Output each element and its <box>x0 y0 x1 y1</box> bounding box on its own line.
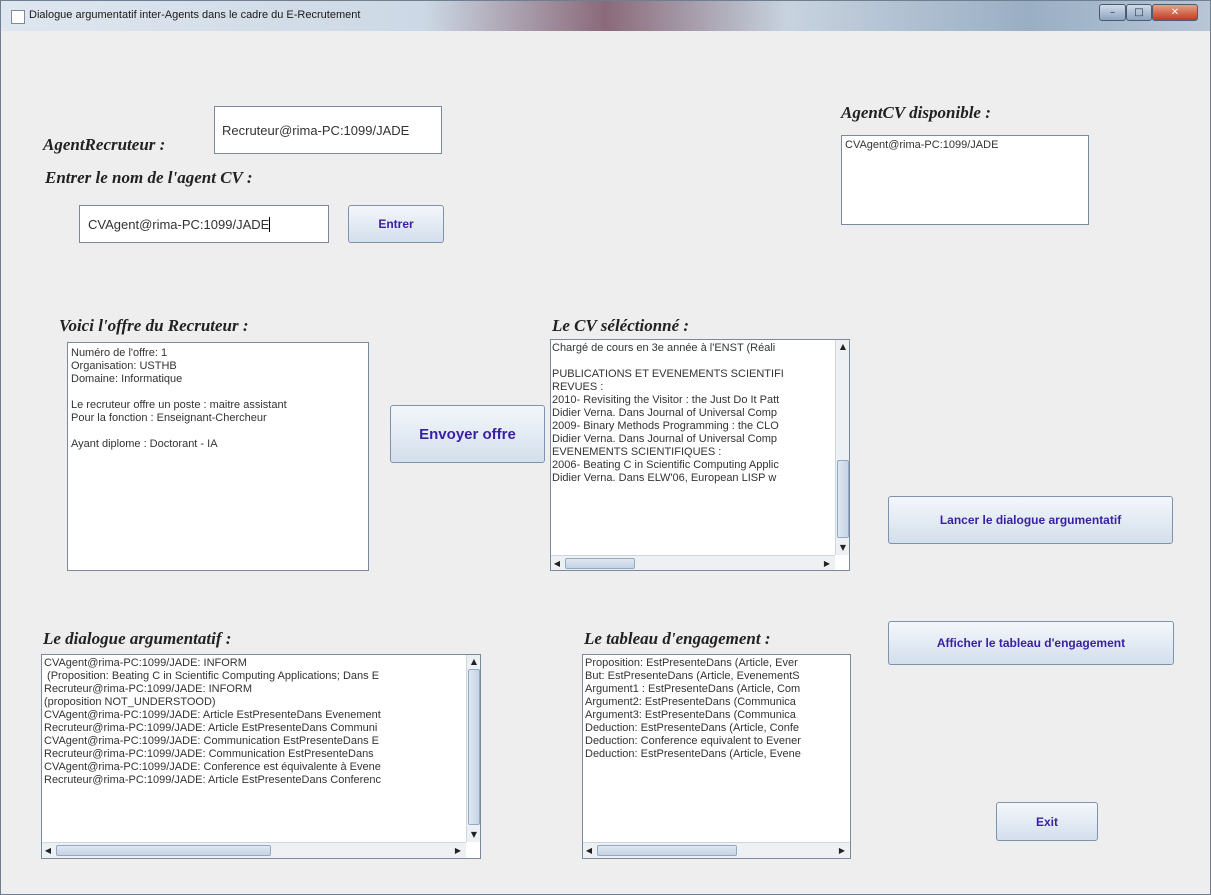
cv-line: Didier Verna. Dans Journal of Universal … <box>552 433 777 445</box>
cv-vertical-scroll-thumb[interactable] <box>837 460 849 538</box>
content-panel: AgentRecruteur : Recruteur@rima-PC:1099/… <box>9 31 1202 887</box>
close-button[interactable]: ✕ <box>1152 4 1198 21</box>
dialogue-line: CVAgent@rima-PC:1099/JADE: Article EstPr… <box>44 709 381 721</box>
scroll-right-arrow-icon[interactable]: ▶ <box>452 844 464 857</box>
available-cv-agent-item: CVAgent@rima-PC:1099/JADE <box>845 139 999 151</box>
dialogue-line: Recruteur@rima-PC:1099/JADE: Article Est… <box>44 774 382 786</box>
dialogue-vertical-scrollbar[interactable]: ▲ ▼ <box>466 655 480 842</box>
minimize-icon: – <box>1110 7 1115 18</box>
dialogue-line: Recruteur@rima-PC:1099/JADE: INFORM <box>44 683 252 695</box>
scroll-left-arrow-icon[interactable]: ◀ <box>42 844 54 857</box>
dialogue-line: CVAgent@rima-PC:1099/JADE: Communication… <box>44 735 379 747</box>
dialogue-horizontal-scroll-thumb[interactable] <box>56 845 271 856</box>
commitment-line: Argument1 : EstPresenteDans (Article, Co… <box>585 683 801 695</box>
offer-line: Organisation: USTHB <box>71 360 177 372</box>
dialogue-line: Recruteur@rima-PC:1099/JADE: Article Est… <box>44 722 378 734</box>
cv-agent-name-input[interactable]: CVAgent@rima-PC:1099/JADE <box>79 205 329 243</box>
offer-line <box>71 425 365 438</box>
scroll-up-arrow-icon[interactable]: ▲ <box>467 655 481 668</box>
send-offer-button[interactable]: Envoyer offre <box>390 405 545 463</box>
dialogue-line: CVAgent@rima-PC:1099/JADE: Conference es… <box>44 761 381 773</box>
commitment-line: Argument2: EstPresenteDans (Communica <box>585 696 796 708</box>
scroll-up-arrow-icon[interactable]: ▲ <box>836 340 850 353</box>
dialogue-textarea[interactable]: CVAgent@rima-PC:1099/JADE: INFORM (Propo… <box>41 654 481 859</box>
cv-line: Chargé de cours en 3e année à l'ENST (Ré… <box>552 342 776 354</box>
commitment-table-label: Le tableau d'engagement : <box>584 629 771 648</box>
enter-button[interactable]: Entrer <box>348 205 444 243</box>
window-title: Dialogue argumentatif inter-Agents dans … <box>29 9 361 21</box>
show-commitment-table-button[interactable]: Afficher le tableau d'engagement <box>888 621 1174 665</box>
offer-line: Pour la fonction : Enseignant-Chercheur <box>71 412 267 424</box>
scroll-down-arrow-icon[interactable]: ▼ <box>467 828 481 841</box>
scroll-down-arrow-icon[interactable]: ▼ <box>836 541 850 554</box>
cv-line: 2009- Binary Methods Programming : the C… <box>552 420 779 432</box>
exit-button[interactable]: Exit <box>996 802 1098 841</box>
text-caret <box>269 216 271 232</box>
commitment-line: But: EstPresenteDans (Article, Evenement… <box>585 670 800 682</box>
dialogue-vertical-scroll-thumb[interactable] <box>468 669 480 825</box>
minimize-button[interactable]: – <box>1099 4 1126 21</box>
cv-agent-name-label: Entrer le nom de l'agent CV : <box>45 168 253 187</box>
cv-textarea[interactable]: Chargé de cours en 3e année à l'ENST (Ré… <box>550 339 850 571</box>
dialogue-line: (Proposition: Beating C in Scientific Co… <box>44 670 380 682</box>
close-icon: ✕ <box>1170 7 1180 18</box>
offer-line: Domaine: Informatique <box>71 373 183 385</box>
commitment-line: Argument3: EstPresenteDans (Communica <box>585 709 796 721</box>
offer-label: Voici l'offre du Recruteur : <box>59 316 249 335</box>
offer-line: Ayant diplome : Doctorant - IA <box>71 438 218 450</box>
offer-line <box>71 386 365 399</box>
app-icon <box>11 10 25 24</box>
title-bar[interactable]: Dialogue argumentatif inter-Agents dans … <box>1 1 1210 31</box>
recruiter-field[interactable]: Recruteur@rima-PC:1099/JADE <box>214 106 442 154</box>
commitment-horizontal-scrollbar[interactable]: ◀ ▶ <box>583 842 850 858</box>
scroll-left-arrow-icon[interactable]: ◀ <box>583 844 595 857</box>
offer-line: Le recruteur offre un poste : maitre ass… <box>71 399 287 411</box>
cv-line: 2010- Revisiting the Visitor : the Just … <box>552 394 780 406</box>
cv-line: REVUES : <box>552 381 604 393</box>
cv-label: Le CV séléctionné : <box>552 316 690 335</box>
commitment-line: Deduction: EstPresenteDans (Article, Con… <box>585 722 799 734</box>
offer-line: Numéro de l'offre: 1 <box>71 347 168 359</box>
dialogue-line: CVAgent@rima-PC:1099/JADE: INFORM <box>44 657 247 669</box>
cv-agent-name-value: CVAgent@rima-PC:1099/JADE <box>88 216 270 232</box>
cv-horizontal-scroll-thumb[interactable] <box>565 558 635 569</box>
cv-horizontal-scrollbar[interactable]: ◀ ▶ <box>551 555 835 570</box>
dialogue-line: (proposition NOT_UNDERSTOOD) <box>44 696 216 708</box>
cv-line: EVENEMENTS SCIENTIFIQUES : <box>552 446 722 458</box>
dialogue-horizontal-scrollbar[interactable]: ◀ ▶ <box>42 842 466 858</box>
dialogue-label: Le dialogue argumentatif : <box>43 629 232 648</box>
maximize-button[interactable]: □ <box>1126 4 1152 21</box>
available-cv-agents-list[interactable]: CVAgent@rima-PC:1099/JADE <box>841 135 1089 225</box>
launch-dialogue-button[interactable]: Lancer le dialogue argumentatif <box>888 496 1173 544</box>
cv-line: 2006- Beating C in Scientific Computing … <box>552 459 779 471</box>
scroll-left-arrow-icon[interactable]: ◀ <box>551 557 563 570</box>
dialogue-line: Recruteur@rima-PC:1099/JADE: Communicati… <box>44 748 374 760</box>
commitment-line: Deduction: Conference equivalent to Even… <box>585 735 801 747</box>
cv-line: Didier Verna. Dans ELW'06, European LISP… <box>552 472 777 484</box>
commitment-horizontal-scroll-thumb[interactable] <box>597 845 737 856</box>
scroll-right-arrow-icon[interactable]: ▶ <box>836 844 848 857</box>
maximize-icon: □ <box>1134 7 1144 18</box>
cv-line: Didier Verna. Dans Journal of Universal … <box>552 407 777 419</box>
commitment-line: Proposition: EstPresenteDans (Article, E… <box>585 657 798 669</box>
cv-line <box>552 355 849 368</box>
commitment-table-textarea[interactable]: Proposition: EstPresenteDans (Article, E… <box>582 654 851 859</box>
cv-line: PUBLICATIONS ET EVENEMENTS SCIENTIFI <box>552 368 784 380</box>
cv-vertical-scrollbar[interactable]: ▲ ▼ <box>835 340 849 555</box>
available-cv-agents-label: AgentCV disponible : <box>841 103 991 122</box>
offer-textarea[interactable]: Numéro de l'offre: 1 Organisation: USTHB D… <box>67 342 369 571</box>
app-window: Dialogue argumentatif inter-Agents dans … <box>0 0 1211 895</box>
recruiter-label: AgentRecruteur : <box>43 135 166 154</box>
scroll-right-arrow-icon[interactable]: ▶ <box>821 557 833 570</box>
commitment-line: Deduction: EstPresenteDans (Article, Eve… <box>585 748 801 760</box>
